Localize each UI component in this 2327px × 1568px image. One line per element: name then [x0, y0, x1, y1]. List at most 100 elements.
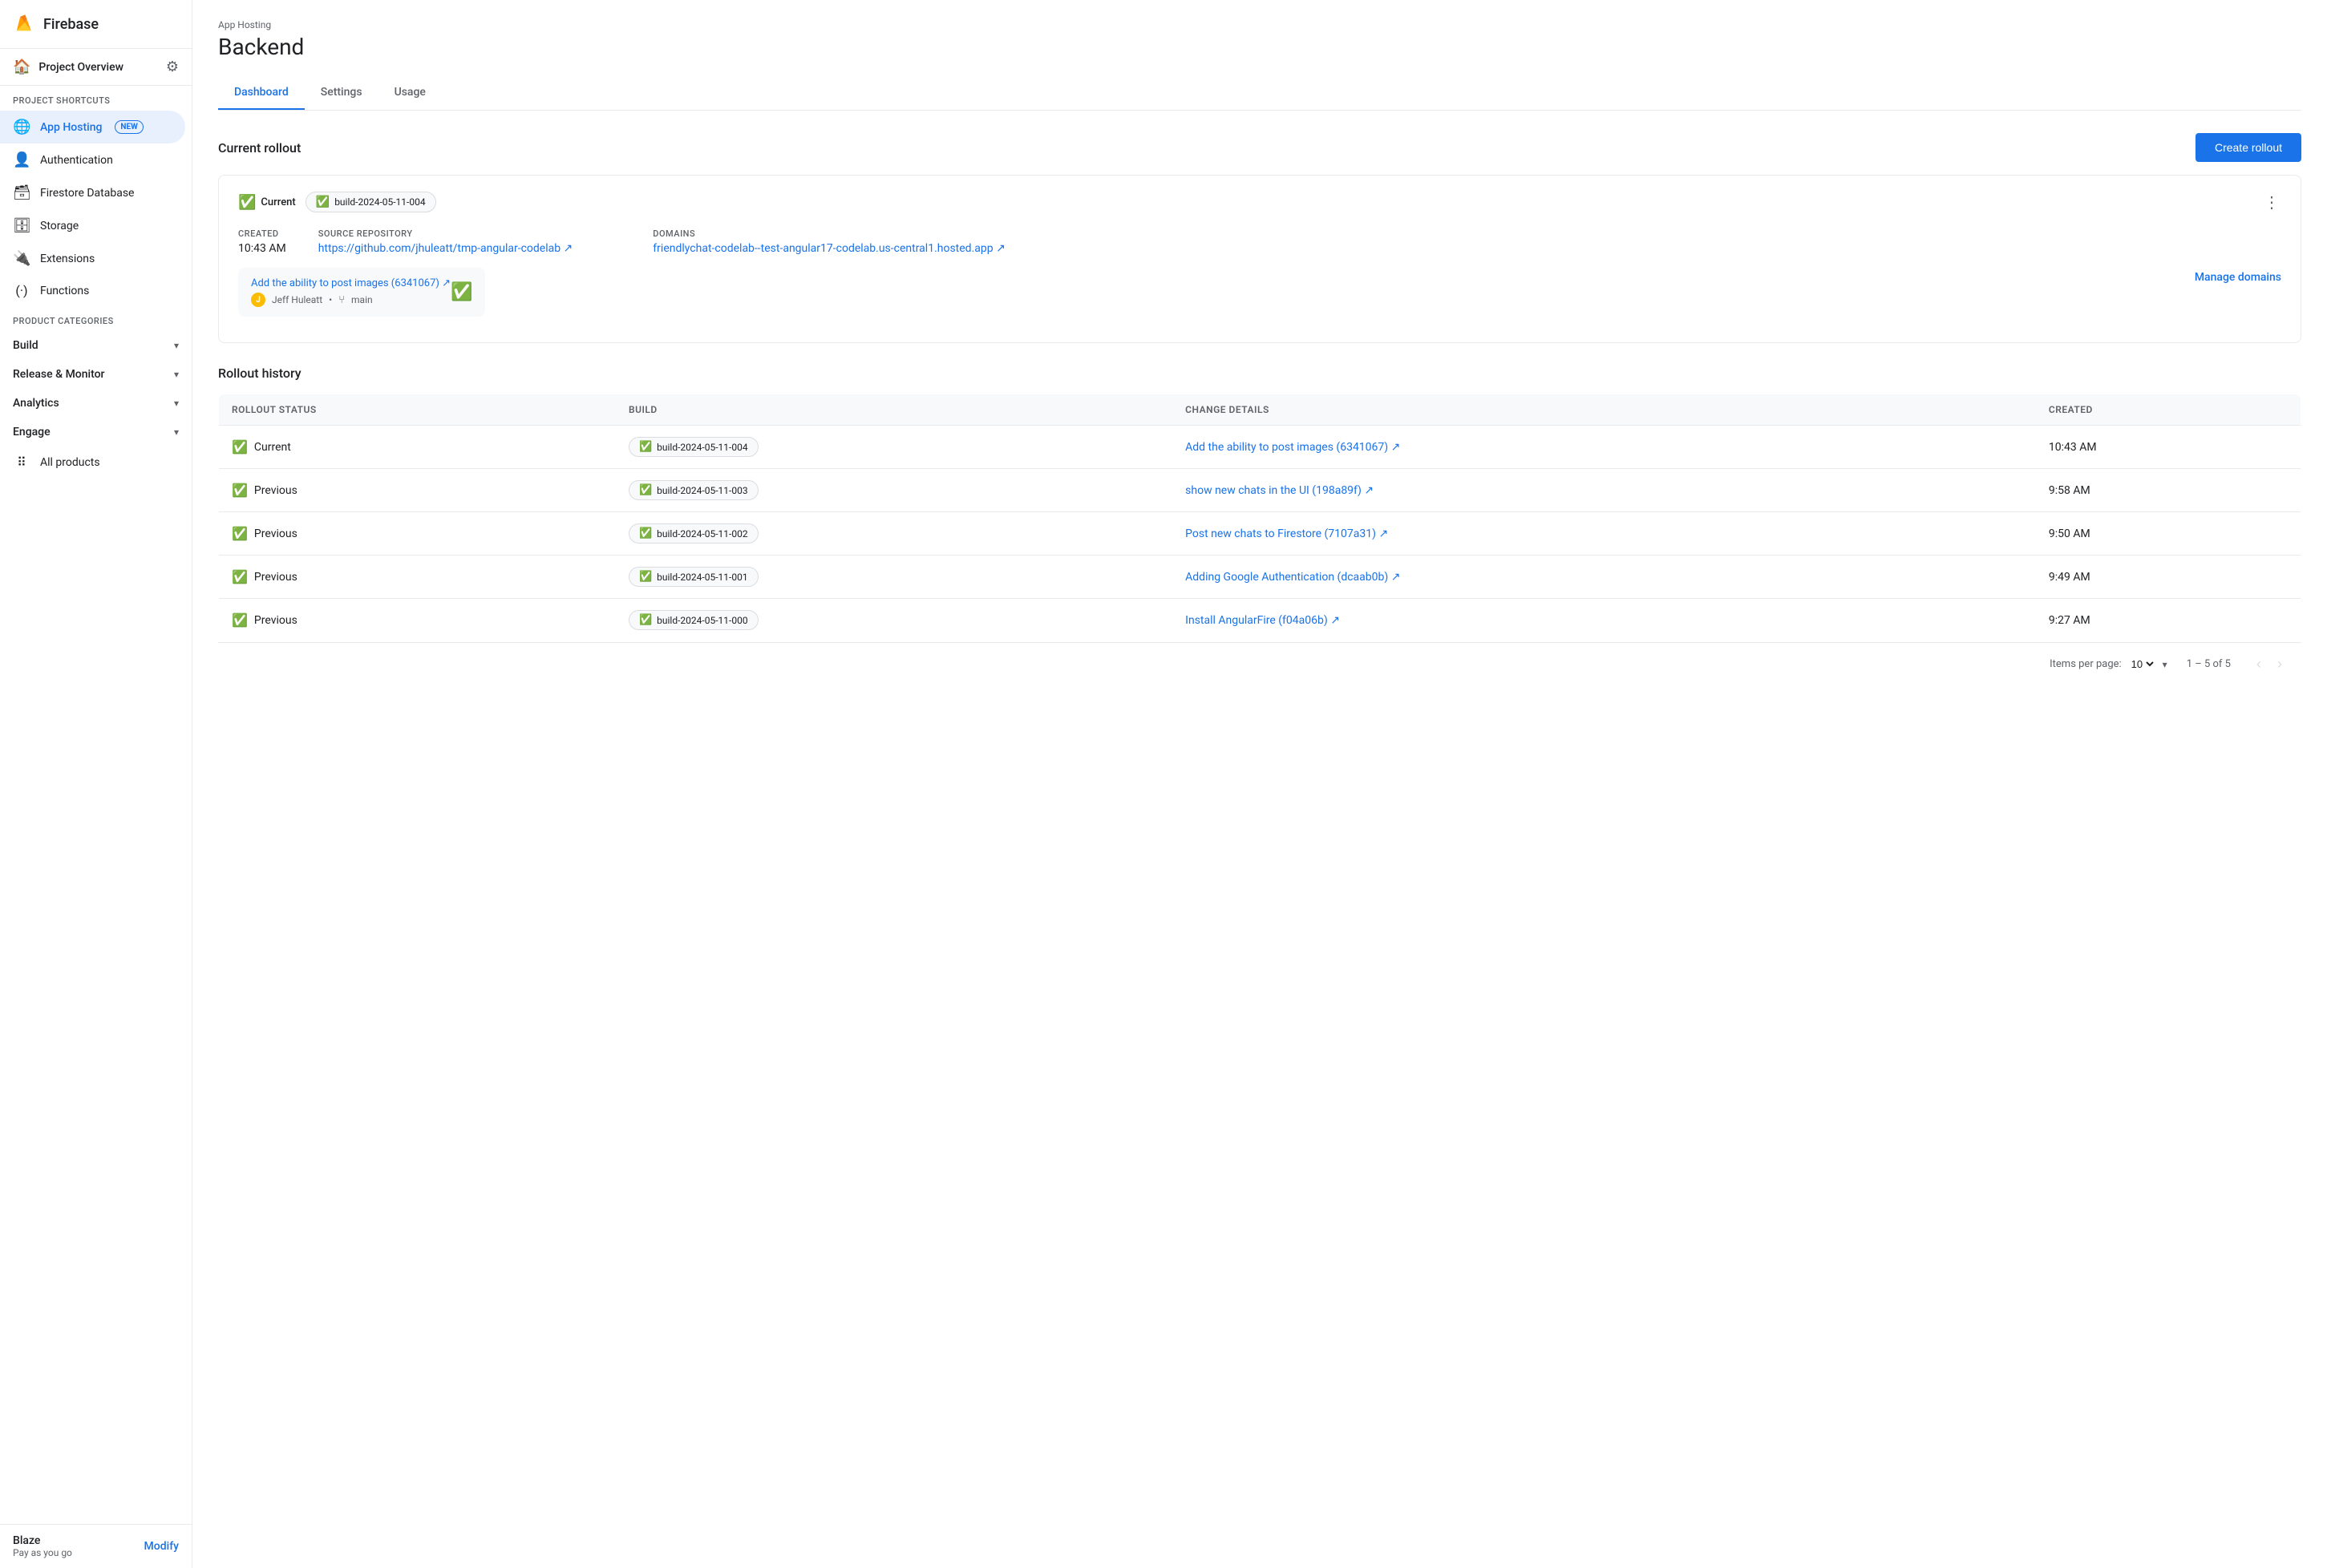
- sidebar-item-extensions[interactable]: 🔌 Extensions: [0, 242, 185, 275]
- sidebar-item-firestore[interactable]: 🗃 Firestore Database: [0, 176, 185, 209]
- row-check-icon: ✅: [232, 569, 248, 584]
- sidebar-header: Firebase: [0, 0, 192, 49]
- modify-plan-button[interactable]: Modify: [144, 1540, 179, 1553]
- analytics-chevron-icon: ▾: [174, 398, 179, 409]
- row-change-link[interactable]: show new chats in the UI (198a89f) ↗: [1185, 484, 1374, 497]
- items-per-page-label: Items per page:: [2050, 658, 2122, 670]
- table-row: ✅ Previous ✅ build-2024-05-11-000 Instal…: [219, 599, 2301, 642]
- commit-info: Add the ability to post images (6341067)…: [251, 277, 451, 307]
- row-created-cell: 9:49 AM: [2036, 556, 2301, 599]
- row-check-icon: ✅: [232, 483, 248, 498]
- sidebar-item-app-hosting[interactable]: 🌐 App Hosting NEW: [0, 111, 185, 143]
- created-label: Created: [238, 228, 286, 239]
- sidebar-item-all-products[interactable]: ⠿ All products: [0, 447, 185, 478]
- tab-settings[interactable]: Settings: [305, 76, 378, 110]
- sidebar-item-functions[interactable]: (·) Functions: [0, 275, 185, 306]
- row-status-cell: ✅ Previous: [219, 512, 616, 556]
- table-row: ✅ Previous ✅ build-2024-05-11-001 Adding…: [219, 556, 2301, 599]
- commit-meta: J Jeff Huleatt • ⑂ main: [251, 293, 451, 307]
- sidebar: Firebase 🏠 Project Overview ⚙ Project sh…: [0, 0, 192, 1568]
- source-repo-link[interactable]: https://github.com/jhuleatt/tmp-angular-…: [318, 242, 573, 255]
- commit-row: Add the ability to post images (6341067)…: [238, 268, 485, 317]
- row-change-link[interactable]: Post new chats to Firestore (7107a31) ↗: [1185, 527, 1388, 540]
- create-rollout-button[interactable]: Create rollout: [2195, 133, 2301, 162]
- row-status-text: Previous: [254, 614, 297, 627]
- status-check-icon: ✅: [238, 194, 256, 211]
- domains-value: friendlychat-codelab--test-angular17-cod…: [653, 242, 1006, 255]
- commit-author: Jeff Huleatt: [272, 294, 322, 305]
- row-change-link[interactable]: Install AngularFire (f04a06b) ↗: [1185, 614, 1340, 627]
- tab-usage[interactable]: Usage: [378, 76, 442, 110]
- domains-group: Domains friendlychat-codelab--test-angul…: [653, 228, 1006, 255]
- branch-icon: ⑂: [338, 294, 345, 306]
- current-rollout-header: Current rollout Create rollout: [218, 133, 2301, 162]
- commit-success-icon: ✅: [451, 282, 472, 302]
- build-badge: ✅ build-2024-05-11-004: [306, 192, 436, 212]
- breadcrumb: App Hosting: [218, 19, 2301, 30]
- commit-branch: main: [351, 294, 373, 305]
- main-content: App Hosting Backend Dashboard Settings U…: [192, 0, 2327, 1568]
- table-row: ✅ Previous ✅ build-2024-05-11-002 Post n…: [219, 512, 2301, 556]
- row-build-check-icon: ✅: [639, 441, 652, 453]
- current-status-badge: ✅ Current: [238, 194, 296, 211]
- more-options-button[interactable]: ⋮: [2264, 192, 2281, 212]
- analytics-label: Analytics: [13, 397, 59, 410]
- blaze-plan-name: Blaze: [13, 1534, 72, 1547]
- table-row: ✅ Previous ✅ build-2024-05-11-003 show n…: [219, 469, 2301, 512]
- sidebar-category-release-monitor[interactable]: Release & Monitor ▾: [0, 360, 192, 389]
- build-check-icon: ✅: [316, 196, 330, 208]
- row-created-cell: 10:43 AM: [2036, 426, 2301, 469]
- row-build-cell: ✅ build-2024-05-11-000: [616, 599, 1172, 642]
- project-overview-row[interactable]: 🏠 Project Overview ⚙: [0, 49, 192, 86]
- row-status-text: Previous: [254, 571, 297, 584]
- engage-label: Engage: [13, 426, 51, 438]
- tab-dashboard[interactable]: Dashboard: [218, 76, 305, 110]
- manage-domains-link[interactable]: Manage domains: [2195, 271, 2281, 284]
- row-status-text: Previous: [254, 484, 297, 497]
- row-status-text: Previous: [254, 527, 297, 540]
- row-check-icon: ✅: [232, 526, 248, 541]
- settings-icon[interactable]: ⚙: [166, 59, 179, 75]
- row-change-cell: Add the ability to post images (6341067)…: [1172, 426, 2036, 469]
- col-created: Created: [2036, 394, 2301, 426]
- commit-link[interactable]: Add the ability to post images (6341067)…: [251, 277, 451, 289]
- row-change-link[interactable]: Adding Google Authentication (dcaab0b) ↗: [1185, 571, 1400, 584]
- items-per-page-select[interactable]: 10 25 50: [2128, 657, 2156, 671]
- row-change-cell: Install AngularFire (f04a06b) ↗: [1172, 599, 2036, 642]
- row-build-cell: ✅ build-2024-05-11-003: [616, 469, 1172, 512]
- row-created-cell: 9:27 AM: [2036, 599, 2301, 642]
- sidebar-item-firestore-label: Firestore Database: [40, 187, 134, 200]
- new-badge: NEW: [115, 120, 143, 134]
- domains-link[interactable]: friendlychat-codelab--test-angular17-cod…: [653, 242, 1006, 255]
- row-build-id: build-2024-05-11-002: [657, 528, 747, 540]
- row-status-cell: ✅ Previous: [219, 556, 616, 599]
- sidebar-category-build[interactable]: Build ▾: [0, 331, 192, 360]
- row-build-id: build-2024-05-11-004: [657, 442, 747, 453]
- row-change-cell: Post new chats to Firestore (7107a31) ↗: [1172, 512, 2036, 556]
- row-build-cell: ✅ build-2024-05-11-004: [616, 426, 1172, 469]
- next-page-button[interactable]: ›: [2271, 653, 2289, 676]
- row-status-cell: ✅ Previous: [219, 469, 616, 512]
- sidebar-category-analytics[interactable]: Analytics ▾: [0, 389, 192, 418]
- table-head: Rollout Status Build Change details Crea…: [219, 394, 2301, 426]
- build-chevron-icon: ▾: [174, 340, 179, 351]
- rollout-card: ✅ Current ✅ build-2024-05-11-004 ⋮ Creat…: [218, 175, 2301, 343]
- status-text: Current: [261, 196, 295, 208]
- sidebar-item-storage[interactable]: 🗄 Storage: [0, 209, 185, 242]
- source-repo-label: Source repository: [318, 228, 573, 239]
- sidebar-category-engage[interactable]: Engage ▾: [0, 418, 192, 447]
- project-name: Project Overview: [38, 61, 123, 74]
- sidebar-item-authentication[interactable]: 👤 Authentication: [0, 143, 185, 176]
- prev-page-button[interactable]: ‹: [2250, 653, 2268, 676]
- build-category-label: Build: [13, 339, 38, 352]
- row-build-id: build-2024-05-11-001: [657, 572, 747, 583]
- row-check-icon: ✅: [232, 439, 248, 455]
- col-change-details: Change details: [1172, 394, 2036, 426]
- project-shortcuts-label: Project shortcuts: [0, 86, 192, 111]
- row-check-icon: ✅: [232, 612, 248, 628]
- row-change-link[interactable]: Add the ability to post images (6341067)…: [1185, 441, 1400, 454]
- chevron-down-icon: ▾: [2163, 659, 2167, 670]
- rollout-card-header: ✅ Current ✅ build-2024-05-11-004 ⋮: [238, 192, 2281, 212]
- sidebar-item-app-hosting-label: App Hosting: [40, 121, 102, 134]
- author-avatar: J: [251, 293, 265, 307]
